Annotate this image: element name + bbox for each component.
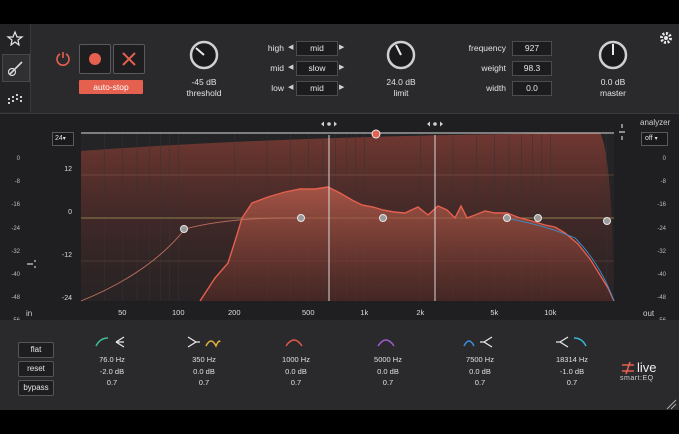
param-label-1: weight <box>481 63 506 73</box>
band-node-4[interactable] <box>503 214 511 222</box>
band-node-5[interactable] <box>534 214 542 222</box>
band-1[interactable]: 76.0 Hz -2.0 dB 0.7 <box>72 354 152 389</box>
band-node-6[interactable] <box>603 217 611 225</box>
band-shape-icon-2[interactable] <box>186 334 222 350</box>
band-gain[interactable]: 0.0 dB <box>164 366 244 378</box>
limit-label: limit <box>393 88 409 98</box>
freq-tick: 500 <box>302 308 315 317</box>
param-field-1[interactable]: 98.3 <box>512 61 552 76</box>
freq-tick: 100 <box>171 308 185 317</box>
band-gain[interactable]: 0.0 dB <box>440 366 520 378</box>
speed-label-1: mid <box>270 63 284 73</box>
band-shape-icon-1[interactable] <box>94 334 130 350</box>
chevron-left-icon[interactable]: ◀ <box>288 63 293 71</box>
brand-sub: smart:EQ <box>620 375 654 382</box>
limit-value: 24.0 dB <box>386 77 416 87</box>
freq-tick: 50 <box>118 308 127 317</box>
pin-icon[interactable] <box>6 30 24 47</box>
cancel-button[interactable] <box>113 44 145 74</box>
band-2[interactable]: 350 Hz 0.0 dB 0.7 <box>164 354 244 389</box>
band-q[interactable]: 0.7 <box>164 377 244 389</box>
range-arrows-left[interactable] <box>321 121 337 127</box>
gain-tick: -24 <box>61 295 72 302</box>
speed-select-2[interactable]: mid <box>296 81 338 96</box>
plugin-window: auto-stop -45 dB threshold high ◀ mid ▶ m… <box>0 24 679 410</box>
band-q[interactable]: 0.7 <box>440 377 520 389</box>
band-gain[interactable]: -1.0 dB <box>532 366 612 378</box>
band-6[interactable]: 18314 Hz -1.0 dB 0.7 <box>532 354 612 389</box>
bypass-button[interactable]: bypass <box>18 380 54 396</box>
brand-logo: live smart:EQ <box>620 360 672 382</box>
brand-name: live <box>637 360 657 375</box>
param-label-2: width <box>486 83 506 93</box>
band-shape-icon-6[interactable] <box>554 334 590 350</box>
band-freq[interactable]: 1000 Hz <box>256 354 336 366</box>
band-q[interactable]: 0.7 <box>348 377 428 389</box>
resize-grip-icon[interactable] <box>665 397 677 410</box>
master-value: 0.0 dB <box>600 77 626 87</box>
master-knob[interactable] <box>598 40 628 70</box>
flat-button[interactable]: flat <box>18 342 54 358</box>
band-shape-icon-5[interactable] <box>462 334 498 350</box>
freq-tick: 10k <box>544 308 557 317</box>
close-icon <box>122 52 136 66</box>
power-icon[interactable] <box>55 50 71 66</box>
speed-select-0[interactable]: mid <box>296 41 338 56</box>
band-node-1[interactable] <box>180 225 188 233</box>
threshold-knob[interactable] <box>189 40 219 70</box>
band-q[interactable]: 0.7 <box>256 377 336 389</box>
record-button[interactable] <box>79 44 111 74</box>
auto-stop-button[interactable]: auto-stop <box>79 80 143 94</box>
band-freq[interactable]: 7500 Hz <box>440 354 520 366</box>
limit-handle[interactable] <box>371 129 381 139</box>
band-freq[interactable]: 5000 Hz <box>348 354 428 366</box>
band-q[interactable]: 0.7 <box>532 377 612 389</box>
param-label-0: frequency <box>468 43 506 53</box>
band-4[interactable]: 5000 Hz 0.0 dB 0.7 <box>348 354 428 389</box>
band-q[interactable]: 0.7 <box>72 377 152 389</box>
live-logo-icon <box>622 361 634 374</box>
gain-tick: -12 <box>61 252 72 259</box>
band-gain[interactable]: 0.0 dB <box>348 366 428 378</box>
chevron-left-icon[interactable]: ◀ <box>288 83 293 91</box>
band-node-3[interactable] <box>379 214 387 222</box>
band-shape-icon-3[interactable] <box>278 334 314 350</box>
reset-button[interactable]: reset <box>18 361 54 377</box>
speed-label-0: high <box>267 43 284 53</box>
guitar-mode-icon[interactable] <box>2 54 30 82</box>
band-3[interactable]: 1000 Hz 0.0 dB 0.7 <box>256 354 336 389</box>
band-shape-icon-4[interactable] <box>370 334 406 350</box>
freq-tick: 5k <box>490 308 499 317</box>
freq-tick: 200 <box>227 308 241 317</box>
speed-label-2: low <box>271 83 284 93</box>
limit-knob[interactable] <box>386 40 416 70</box>
chevron-right-icon[interactable]: ▶ <box>339 43 344 51</box>
band-5[interactable]: 7500 Hz 0.0 dB 0.7 <box>440 354 520 389</box>
eq-graph[interactable] <box>0 113 679 319</box>
band-freq[interactable]: 18314 Hz <box>532 354 612 366</box>
threshold-value: -45 dB <box>191 77 217 87</box>
chevron-left-icon[interactable]: ◀ <box>288 43 293 51</box>
threshold-label: threshold <box>186 88 222 98</box>
band-gain[interactable]: 0.0 dB <box>256 366 336 378</box>
spectrum-mode-icon[interactable] <box>2 84 28 110</box>
record-icon <box>89 53 101 65</box>
master-label: master <box>600 88 626 98</box>
param-field-2[interactable]: 0.0 <box>512 81 552 96</box>
band-freq[interactable]: 350 Hz <box>164 354 244 366</box>
param-field-0[interactable]: 927 <box>512 41 552 56</box>
chevron-right-icon[interactable]: ▶ <box>339 63 344 71</box>
band-gain[interactable]: -2.0 dB <box>72 366 152 378</box>
chevron-right-icon[interactable]: ▶ <box>339 83 344 91</box>
band-freq[interactable]: 76.0 Hz <box>72 354 152 366</box>
range-arrows-right[interactable] <box>427 121 443 127</box>
gain-tick: 0 <box>68 209 72 216</box>
freq-tick: 1k <box>360 308 369 317</box>
gear-icon[interactable] <box>658 30 674 46</box>
left-rail <box>0 24 31 112</box>
freq-tick: 2k <box>416 308 425 317</box>
gain-tick: 12 <box>64 166 72 173</box>
band-node-2[interactable] <box>297 214 305 222</box>
speed-select-1[interactable]: slow <box>296 61 338 76</box>
